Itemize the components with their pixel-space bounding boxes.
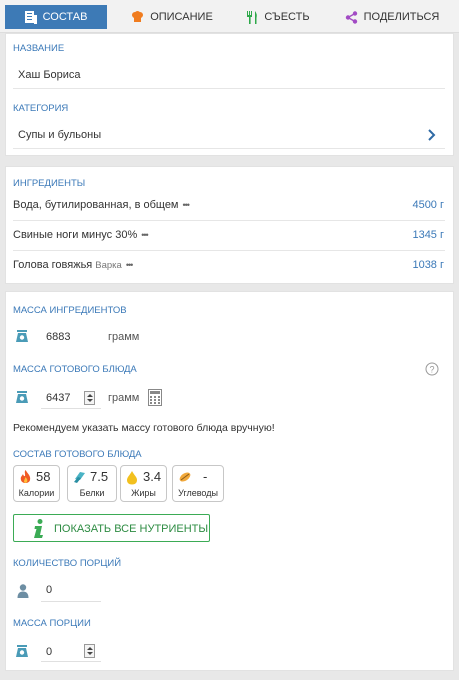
tab-podelitsya-label: Поделиться	[363, 11, 440, 23]
carbs-value: -	[203, 469, 208, 484]
category-select[interactable]: Супы и бульоны	[18, 129, 428, 141]
scale-icon	[15, 644, 29, 661]
input-underline	[41, 601, 101, 602]
protein-icon	[73, 470, 86, 487]
ingredient-amount[interactable]: 4500 г	[412, 199, 444, 211]
category-label: Категория	[13, 103, 69, 114]
scale-icon	[15, 390, 29, 407]
tab-sest[interactable]: Съесть	[238, 5, 318, 29]
composition-label: Состав готового блюда	[13, 449, 142, 460]
list-icon	[24, 10, 37, 24]
tab-sostav-label: Состав	[42, 11, 88, 23]
svg-text:?: ?	[429, 365, 434, 375]
ingredients-label: Ингредиенты	[13, 178, 86, 189]
protein-value: 7.5	[90, 469, 109, 484]
ingredients-card: Ингредиенты Вода, бутилированная, в обще…	[5, 166, 454, 284]
name-label: Название	[13, 43, 65, 54]
mass-card: Масса ингредиентов 6883 грамм Масса гото…	[5, 291, 454, 671]
tab-sest-label: Съесть	[264, 11, 310, 23]
person-icon	[17, 584, 29, 601]
help-icon[interactable]: ?	[425, 362, 439, 379]
portions-count-input[interactable]: 0	[46, 584, 52, 596]
more-dots-icon[interactable]: •••	[141, 230, 149, 240]
ingredient-name: Вода, бутилированная, в общем	[13, 199, 179, 211]
ingredient-note: Варка	[95, 260, 122, 271]
carbs-name: Углеводы	[178, 488, 218, 498]
nutrient-fat: 3.4 Жиры	[120, 465, 167, 502]
ingredient-amount[interactable]: 1345 г	[412, 229, 444, 241]
ingredients-mass-unit: грамм	[108, 331, 140, 343]
info-icon	[32, 519, 46, 542]
portions-count-label: Количество порций	[13, 558, 122, 569]
ingredient-row[interactable]: Свиные ноги минус 30% ••• 1345 г	[6, 221, 453, 251]
recipe-name-field[interactable]: Хаш Бориса	[18, 69, 81, 81]
divider	[13, 88, 445, 89]
calories-value: 58	[36, 469, 51, 484]
more-dots-icon[interactable]: •••	[126, 260, 134, 270]
fork-knife-icon	[246, 10, 258, 24]
ingredient-row[interactable]: Голова говяжья Варка ••• 1038 г	[6, 251, 453, 281]
input-underline	[41, 661, 101, 662]
portion-mass-stepper[interactable]	[84, 644, 95, 658]
chef-hat-icon	[131, 11, 144, 23]
tab-opisanie[interactable]: Описание	[122, 5, 222, 29]
tab-opisanie-label: Описание	[150, 11, 213, 23]
show-all-nutrients-label: Показать все нутриенты	[54, 523, 209, 535]
dish-mass-stepper[interactable]	[84, 391, 95, 405]
more-dots-icon[interactable]: •••	[183, 200, 191, 210]
nutrient-carbs: - Углеводы	[172, 465, 224, 502]
carbs-icon	[178, 470, 192, 487]
portion-mass-label: Масса порции	[13, 618, 91, 629]
fat-value: 3.4	[143, 469, 162, 484]
share-icon	[345, 10, 358, 24]
ingredients-mass-value: 6883	[46, 331, 71, 343]
recipe-info-card: Название Хаш Бориса Категория Супы и бул…	[5, 33, 454, 156]
protein-name: Белки	[79, 488, 105, 498]
tab-podelitsya[interactable]: Поделиться	[338, 5, 446, 29]
fat-name: Жиры	[131, 488, 156, 498]
ingredient-row[interactable]: Вода, бутилированная, в общем ••• 4500 г	[6, 191, 453, 221]
dish-mass-input[interactable]: 6437	[46, 392, 70, 404]
scale-icon	[15, 329, 29, 346]
ingredients-mass-label: Масса ингредиентов	[13, 305, 127, 316]
recommendation-text: Рекомендуем указать массу готового блюда…	[13, 422, 275, 434]
nutrient-calories: 58 Калории	[13, 465, 60, 502]
dish-mass-unit: грамм	[108, 392, 140, 404]
tab-bar: Состав Описание Съесть Поделиться	[0, 0, 459, 33]
calories-name: Калории	[18, 488, 55, 498]
ingredient-name: Свиные ноги минус 30%	[13, 229, 138, 241]
portion-mass-input[interactable]: 0	[46, 646, 52, 658]
ingredient-name: Голова говяжья	[13, 259, 93, 271]
ingredient-amount[interactable]: 1038 г	[412, 259, 444, 271]
calculator-icon[interactable]	[148, 389, 162, 409]
nutrient-protein: 7.5 Белки	[67, 465, 117, 502]
divider	[13, 148, 445, 149]
dish-mass-label: Масса готового блюда	[13, 364, 137, 375]
show-all-nutrients-button[interactable]: Показать все нутриенты	[13, 514, 210, 542]
input-underline	[41, 408, 101, 409]
fat-drop-icon	[126, 470, 138, 488]
fire-icon	[19, 470, 32, 488]
tab-sostav[interactable]: Состав	[5, 5, 107, 29]
chevron-right-icon[interactable]	[428, 129, 436, 144]
